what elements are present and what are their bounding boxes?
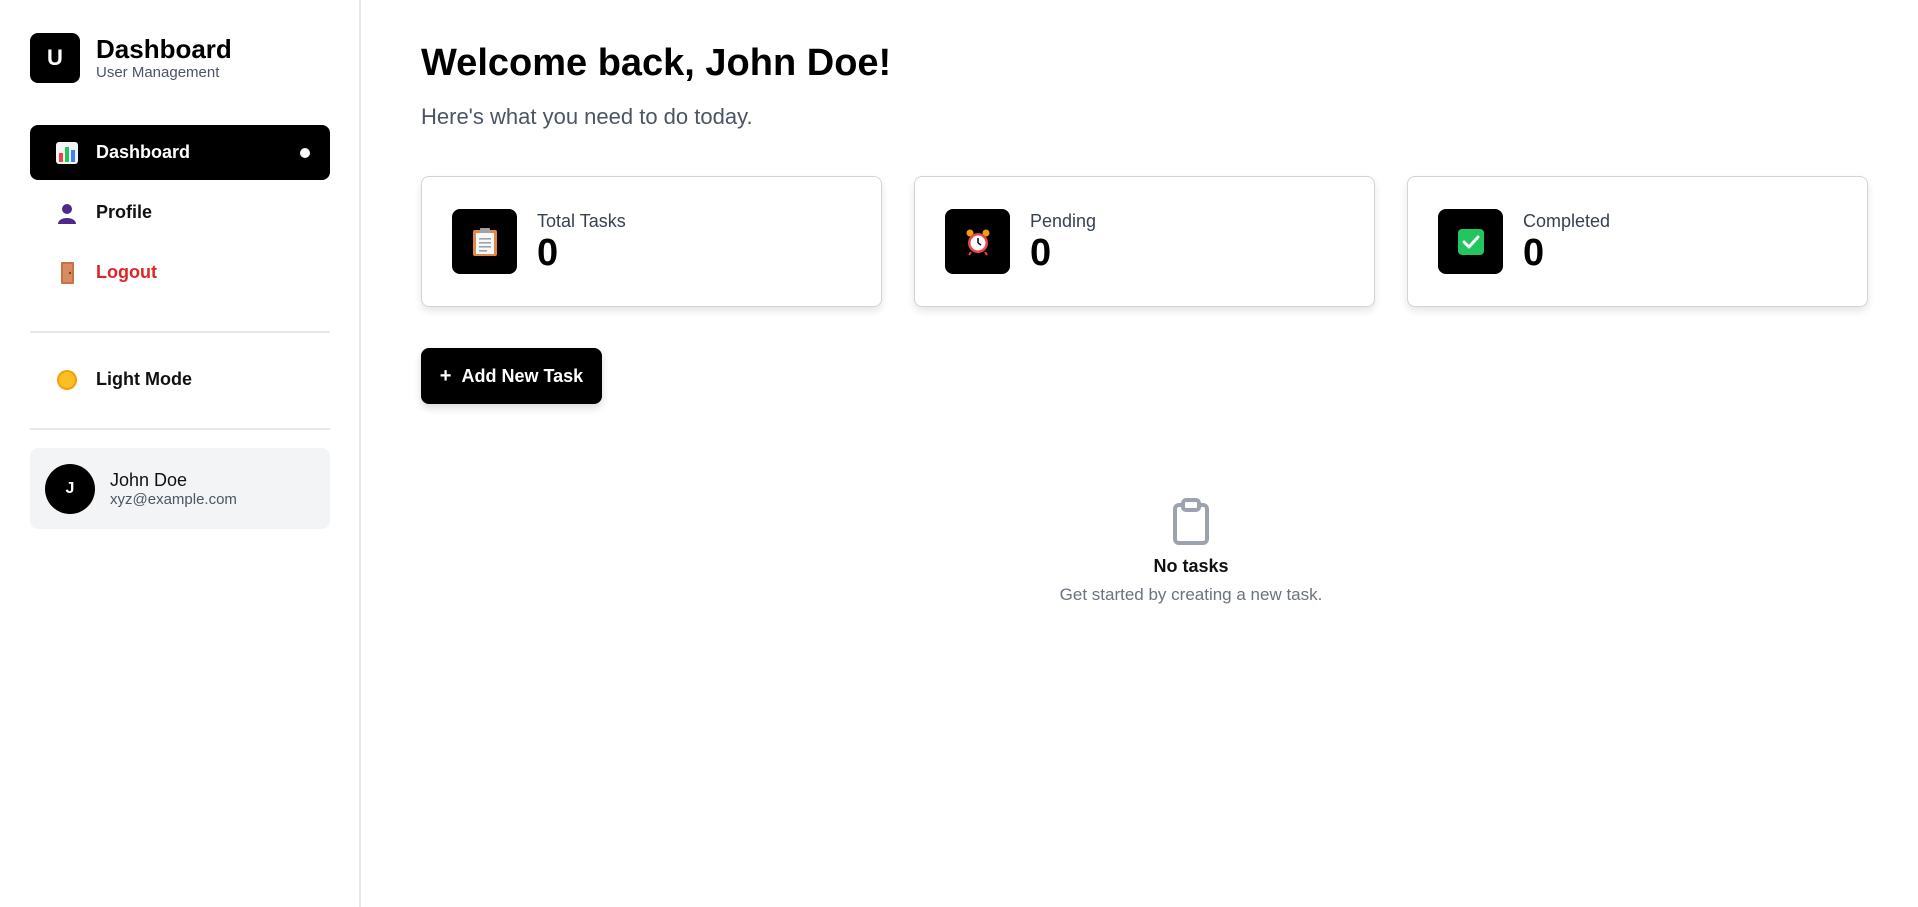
page-title: Welcome back, John Doe! [421, 42, 892, 84]
add-new-task-button[interactable]: + Add New Task [421, 348, 602, 404]
stat-card-total: Total Tasks 0 [421, 176, 882, 307]
stat-label: Total Tasks [537, 210, 626, 231]
sidebar-item-label: Dashboard [96, 142, 191, 162]
page-subtitle: Here's what you need to do today. [421, 104, 753, 129]
sidebar-divider [30, 331, 330, 333]
brand-subtitle: User Management [96, 64, 220, 81]
sidebar-divider [30, 428, 330, 430]
user-name: John Doe [110, 469, 188, 490]
alarm-clock-icon [945, 209, 1010, 274]
sun-icon [54, 367, 80, 393]
sidebar-item-label: Logout [96, 262, 157, 282]
stat-label: Pending [1030, 210, 1097, 231]
stat-card-completed: Completed 0 [1407, 176, 1868, 307]
clipboard-outline-icon [991, 498, 1391, 546]
stat-card-pending: Pending 0 [914, 176, 1375, 307]
theme-toggle-label: Light Mode [96, 369, 192, 389]
empty-state-subtitle: Get started by creating a new task. [1059, 585, 1323, 604]
empty-state: No tasks Get started by creating a new t… [991, 498, 1391, 605]
clipboard-icon [452, 209, 517, 274]
user-card[interactable]: J John Doe xyz@example.com [30, 448, 330, 529]
add-new-task-label: Add New Task [461, 365, 584, 386]
stat-text: Pending 0 [1030, 210, 1096, 274]
stat-text: Total Tasks 0 [537, 210, 626, 274]
sidebar-item-logout[interactable]: Logout [30, 245, 330, 300]
main-content: Welcome back, John Doe! Here's what you … [361, 0, 1918, 907]
user-icon [54, 200, 80, 226]
sidebar-item-dashboard[interactable]: Dashboard [30, 125, 330, 180]
user-info: John Doe xyz@example.com [110, 469, 237, 509]
chart-icon [54, 140, 80, 166]
stat-text: Completed 0 [1523, 210, 1610, 274]
brand: U Dashboard User Management [30, 33, 232, 83]
brand-title: Dashboard [96, 34, 232, 64]
stat-label: Completed [1523, 210, 1611, 231]
brand-logo: U [30, 33, 80, 83]
brand-text: Dashboard User Management [96, 34, 232, 82]
sidebar-item-profile[interactable]: Profile [30, 185, 330, 240]
active-indicator [300, 147, 310, 158]
stat-value: 0 [537, 231, 559, 274]
theme-toggle[interactable]: Light Mode [30, 352, 330, 407]
empty-state-title: No tasks [1153, 556, 1229, 576]
stat-value: 0 [1523, 231, 1545, 274]
sidebar: U Dashboard User Management Dashboard Pr… [0, 0, 361, 907]
sidebar-item-label: Profile [96, 202, 153, 222]
check-box-icon [1438, 209, 1503, 274]
user-email: xyz@example.com [110, 490, 237, 508]
stat-value: 0 [1030, 231, 1052, 274]
door-icon [54, 260, 80, 286]
plus-icon: + [439, 364, 452, 387]
avatar: J [45, 463, 95, 514]
sidebar-nav: Dashboard Profile Logout [30, 125, 330, 305]
